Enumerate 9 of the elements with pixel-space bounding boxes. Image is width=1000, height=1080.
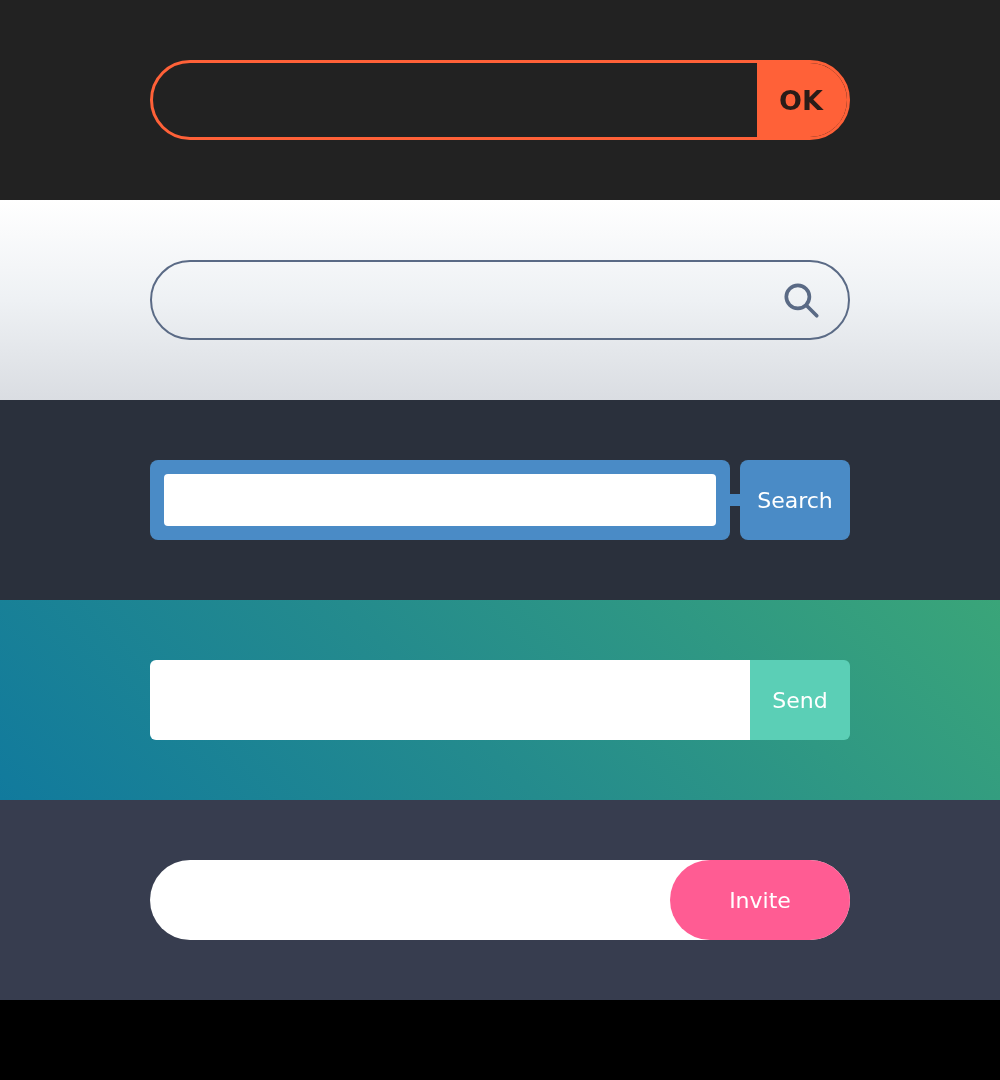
search-field[interactable] <box>150 460 730 540</box>
send-button[interactable]: Send <box>750 660 850 740</box>
text-field[interactable]: OK <box>150 60 850 140</box>
invite-button[interactable]: Invite <box>670 860 850 940</box>
text-field[interactable] <box>150 660 750 740</box>
search-button[interactable]: Search <box>740 460 850 540</box>
ok-button[interactable]: OK <box>757 63 847 137</box>
search-field[interactable] <box>150 260 850 340</box>
text-field[interactable]: Invite <box>150 860 850 940</box>
